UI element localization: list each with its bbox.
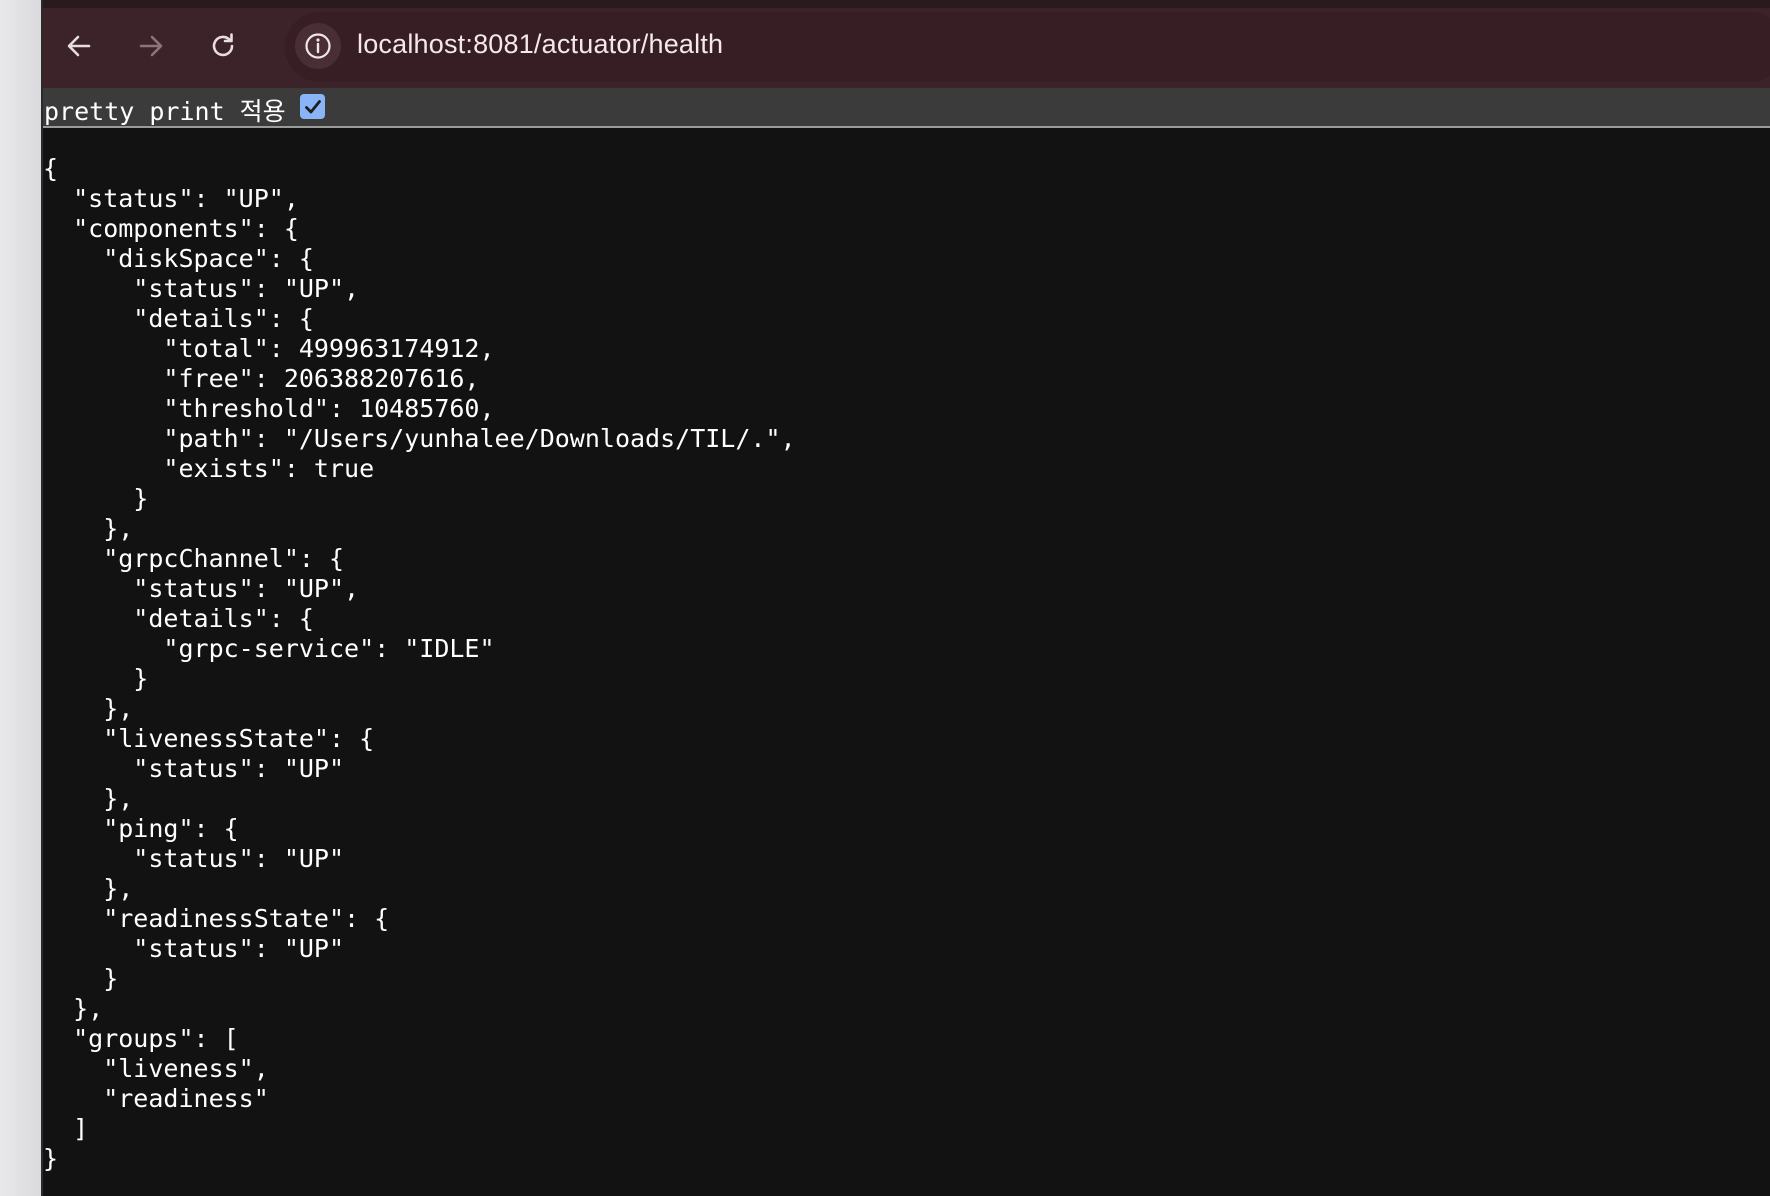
reload-icon bbox=[212, 33, 234, 57]
reload-button[interactable] bbox=[201, 24, 245, 68]
checkmark-icon bbox=[304, 99, 321, 113]
forward-button[interactable] bbox=[129, 24, 173, 68]
arrow-left-icon bbox=[67, 35, 91, 57]
pretty-print-bar: pretty print 적용 bbox=[43, 88, 1770, 128]
arrow-right-icon bbox=[139, 35, 163, 57]
browser-window: localhost:8081/actuator/health pretty pr… bbox=[43, 0, 1770, 1196]
desktop-edge bbox=[0, 0, 43, 1196]
pretty-print-checkbox[interactable] bbox=[300, 94, 325, 119]
json-response-body: { "status": "UP", "components": { "diskS… bbox=[43, 154, 796, 1173]
pretty-print-label: pretty print 적용 bbox=[44, 97, 286, 126]
address-bar[interactable]: localhost:8081/actuator/health bbox=[285, 12, 1770, 82]
back-button[interactable] bbox=[57, 24, 101, 68]
url-text: localhost:8081/actuator/health bbox=[357, 29, 724, 59]
info-icon bbox=[305, 33, 331, 59]
screen: localhost:8081/actuator/health pretty pr… bbox=[0, 0, 1770, 1196]
browser-toolbar: localhost:8081/actuator/health bbox=[43, 0, 1770, 88]
site-info-button[interactable] bbox=[295, 23, 341, 69]
